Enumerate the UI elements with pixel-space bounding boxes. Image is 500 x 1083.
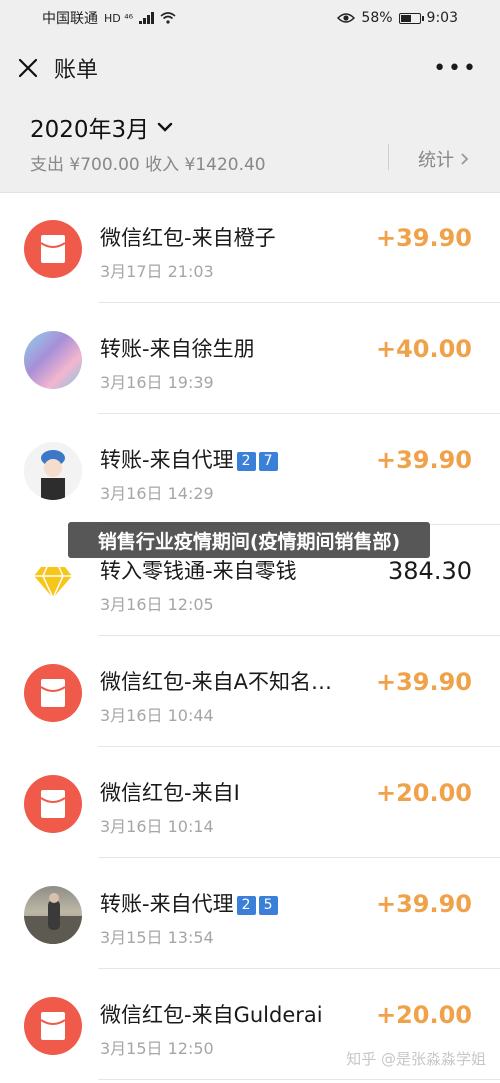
user-avatar: [24, 331, 82, 389]
transaction-date: 3月15日 12:50: [100, 1039, 214, 1058]
red-packet-icon: [24, 997, 82, 1055]
eye-icon: [337, 13, 356, 23]
list-item[interactable]: 微信红包-来自橙子 3月17日 21:03 +39.90: [0, 192, 500, 303]
clock: 9:03: [426, 10, 458, 26]
month-selector[interactable]: 2020年3月: [30, 110, 173, 144]
transaction-date: 3月16日 10:44: [100, 706, 214, 725]
transaction-title: 微信红包-来自I: [100, 781, 240, 805]
user-avatar: [24, 886, 82, 944]
stats-button[interactable]: 统计: [418, 146, 469, 172]
transaction-date: 3月16日 12:05: [100, 595, 214, 614]
transaction-title: 转入零钱通-来自零钱: [100, 559, 297, 583]
transaction-amount: +39.90: [375, 890, 472, 918]
list-item[interactable]: 微信红包-来自I 3月16日 10:14 +20.00: [0, 747, 500, 858]
transaction-title: 转账-来自徐生朋: [100, 337, 255, 361]
transaction-amount: +39.90: [375, 446, 472, 474]
transaction-title: 微信红包-来自A不知名…: [100, 670, 332, 694]
transaction-amount: +39.90: [375, 668, 472, 696]
list-item[interactable]: 微信红包-来自A不知名… 3月16日 10:44 +39.90: [0, 636, 500, 747]
transaction-date: 3月15日 13:54: [100, 928, 214, 947]
overlay-banner: 销售行业疫情期间(疫情期间销售部): [68, 522, 430, 558]
keycap-emoji: 2: [236, 896, 256, 915]
transaction-amount: +20.00: [375, 1001, 472, 1029]
transaction-amount: +20.00: [375, 779, 472, 807]
divider: [388, 144, 389, 170]
keycap-emoji: 7: [258, 452, 278, 471]
transaction-date: 3月16日 10:14: [100, 817, 214, 836]
transaction-title: 转账-来自代理 2 5: [100, 888, 278, 918]
income-expense-totals: 支出 ¥700.00 收入 ¥1420.40: [30, 155, 266, 175]
list-item[interactable]: 转账-来自代理 2 7 3月16日 14:29 +39.90: [0, 414, 500, 525]
diamond-icon: [24, 553, 82, 611]
watermark: 知乎 @是张淼淼学姐: [346, 1050, 486, 1068]
transaction-title-text: 转账-来自代理: [100, 448, 234, 472]
transaction-amount: +39.90: [375, 224, 472, 252]
close-icon[interactable]: [18, 58, 38, 78]
signal-icon: [139, 12, 155, 24]
battery-percent: 58%: [361, 10, 393, 26]
transaction-title-text: 转账-来自代理: [100, 892, 234, 916]
transaction-date: 3月16日 19:39: [100, 373, 214, 392]
network-label: HD ⁴⁶: [104, 11, 134, 25]
nav-bar: 账单 •••: [0, 36, 500, 100]
page-title: 账单: [54, 58, 99, 83]
status-bar: 中国联通 HD ⁴⁶ 58% 9:03: [0, 0, 500, 36]
wifi-icon: [160, 12, 176, 24]
red-packet-icon: [24, 775, 82, 833]
transaction-amount: +40.00: [375, 335, 472, 363]
transaction-title: 转账-来自代理 2 7: [100, 444, 278, 474]
chevron-down-icon: [157, 122, 173, 132]
transaction-date: 3月16日 14:29: [100, 484, 214, 503]
user-avatar: [24, 442, 82, 500]
month-label: 2020年3月: [30, 117, 150, 143]
list-item[interactable]: 转账-来自徐生朋 3月16日 19:39 +40.00: [0, 303, 500, 414]
transaction-title: 微信红包-来自Gulderai: [100, 1003, 323, 1027]
keycap-emoji: 5: [258, 896, 278, 915]
list-item[interactable]: 转账-来自代理 2 5 3月15日 13:54 +39.90: [0, 858, 500, 969]
battery-icon: [398, 12, 424, 24]
transaction-date: 3月17日 21:03: [100, 262, 214, 281]
transaction-title: 微信红包-来自橙子: [100, 226, 276, 250]
transaction-amount: 384.30: [388, 557, 472, 585]
red-packet-icon: [24, 664, 82, 722]
red-packet-icon: [24, 220, 82, 278]
stats-label: 统计: [418, 150, 454, 171]
keycap-emoji: 2: [236, 452, 256, 471]
transaction-list: 微信红包-来自橙子 3月17日 21:03 +39.90 转账-来自徐生朋 3月…: [0, 192, 500, 1080]
more-icon[interactable]: •••: [433, 58, 478, 80]
chevron-right-icon: [461, 153, 469, 165]
carrier-label: 中国联通: [42, 11, 98, 27]
month-summary: 2020年3月 支出 ¥700.00 收入 ¥1420.40 统计: [0, 100, 500, 193]
